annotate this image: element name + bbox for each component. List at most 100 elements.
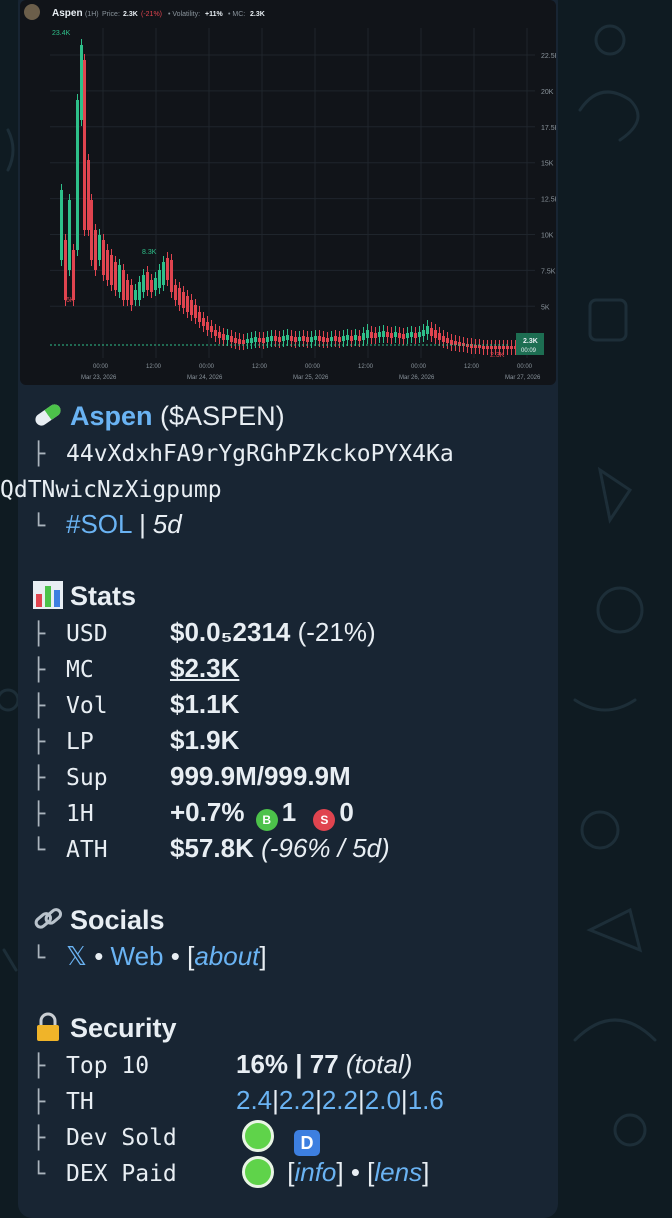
x-tick-label: 12:00 <box>358 364 374 370</box>
dex-key: DEX Paid <box>66 1161 177 1187</box>
candle-body <box>286 335 289 340</box>
token-name-link[interactable]: Aspen <box>70 401 153 431</box>
candle-body <box>322 337 325 342</box>
bar-chart-icon <box>33 581 63 609</box>
candle-body <box>222 334 225 340</box>
dev-badge-link[interactable]: D <box>294 1130 320 1156</box>
separator: • <box>94 941 104 971</box>
dev-key: Dev Sold <box>66 1125 177 1151</box>
tree-branch: ├ <box>32 730 46 755</box>
y-tick-label: 15K <box>541 161 554 168</box>
candle-body <box>166 258 169 280</box>
lens-link[interactable]: lens <box>374 1157 422 1187</box>
ath-value: $57.8K <box>170 833 254 863</box>
candle-body <box>134 290 137 300</box>
candle-body <box>182 292 185 308</box>
h1-key: 1H <box>66 801 94 827</box>
chart-mc-value: 2.3K <box>250 11 265 18</box>
candle-body <box>114 262 117 290</box>
candle-body <box>90 200 93 260</box>
sup-key: Sup <box>66 765 108 791</box>
pill-icon <box>35 404 61 426</box>
price-tag-value: 2.3K <box>523 338 538 345</box>
candle-body <box>262 338 265 343</box>
candle-body <box>60 190 63 260</box>
th-link-1[interactable]: 2.4 <box>236 1085 272 1115</box>
y-tick-label: 10K <box>541 233 554 240</box>
tree-end: └ <box>32 838 46 863</box>
address-line: ├ 44vXdxhFA9rYgRGhPZkckoPYX4Ka <box>32 434 552 470</box>
low-marker: 6K <box>66 297 75 304</box>
candle-body <box>246 339 249 343</box>
contract-address-part2[interactable]: QdTNwicNzXigpump <box>0 477 222 503</box>
candle-body <box>218 332 221 338</box>
sell-icon: S <box>313 809 336 831</box>
h1-value: +0.7% <box>170 797 245 827</box>
candle-body <box>154 278 157 290</box>
candle-body <box>338 337 341 342</box>
candle-body <box>126 280 129 300</box>
contract-address-part1[interactable]: 44vXdxhFA9rYgRGhPZkckoPYX4Ka <box>66 441 454 467</box>
candle-body <box>146 272 149 290</box>
candle-body <box>414 333 417 338</box>
chart-interval: (1H) <box>85 11 99 18</box>
x-tick-label: 12:00 <box>252 364 268 370</box>
candle-body <box>106 250 109 280</box>
candle-body <box>302 336 305 341</box>
candle-body <box>510 346 513 349</box>
ath-key: ATH <box>66 837 108 863</box>
th-key: TH <box>66 1089 94 1115</box>
web-link[interactable]: Web <box>111 941 164 971</box>
th-link-5[interactable]: 1.6 <box>408 1085 444 1115</box>
chart-mc-label: • MC: <box>228 11 245 18</box>
mc-value-link[interactable]: $2.3K <box>170 653 239 683</box>
candle-body <box>64 240 67 300</box>
chain-hashtag[interactable]: #SOL <box>66 509 132 539</box>
chain-line: └ #SOL | 5d <box>32 506 552 542</box>
token-age: | 5d <box>138 509 182 539</box>
chart-price-value: 2.3K <box>123 11 138 18</box>
top10-total: (total) <box>345 1049 413 1079</box>
th-link-3[interactable]: 2.2 <box>322 1085 358 1115</box>
info-link[interactable]: info <box>294 1157 336 1187</box>
candle-body <box>98 235 101 260</box>
lock-icon <box>37 1012 59 1041</box>
th-link-2[interactable]: 2.2 <box>279 1085 315 1115</box>
chart-token-name: Aspen <box>52 8 83 19</box>
socials-row: └ 𝕏 • Web • [about] <box>32 938 552 974</box>
x-date-label: Mar 23, 2026 <box>81 375 117 381</box>
candle-body <box>122 270 125 300</box>
stats-lp-row: ├ LP $1.9K <box>32 722 552 758</box>
candle-body <box>430 328 433 336</box>
candle-body <box>242 340 245 344</box>
candle-body <box>426 326 429 334</box>
candle-body <box>186 296 189 312</box>
stats-heading: Stats <box>32 578 552 614</box>
tree-end: └ <box>32 514 46 539</box>
candle-body <box>490 346 493 349</box>
candle-body <box>80 45 83 120</box>
x-tick-label: 12:00 <box>464 364 480 370</box>
chart-price-change: (-21%) <box>141 11 162 18</box>
candle-body <box>76 100 79 250</box>
tree-branch: ├ <box>32 766 46 791</box>
x-link[interactable]: 𝕏 <box>66 941 87 971</box>
candle-body <box>174 285 177 300</box>
green-circle-icon <box>242 1156 274 1188</box>
candle-body <box>83 60 86 230</box>
candle-body <box>330 337 333 341</box>
stats-vol-row: ├ Vol $1.1K <box>32 686 552 722</box>
th-link-4[interactable]: 2.0 <box>365 1085 401 1115</box>
lp-key: LP <box>66 729 94 755</box>
candle-body <box>454 341 457 345</box>
candle-body <box>258 338 261 342</box>
candle-body <box>194 305 197 318</box>
price-chart[interactable]: Aspen (1H) Price: 2.3K (-21%) • Volatili… <box>20 0 556 385</box>
tree-branch: ├ <box>32 694 46 719</box>
about-link[interactable]: about <box>194 941 259 971</box>
x-tick-label: 00:00 <box>517 364 533 370</box>
candle-body <box>102 240 105 275</box>
candle-body <box>202 318 205 326</box>
candle-body <box>366 330 369 338</box>
candle-body <box>198 312 201 322</box>
